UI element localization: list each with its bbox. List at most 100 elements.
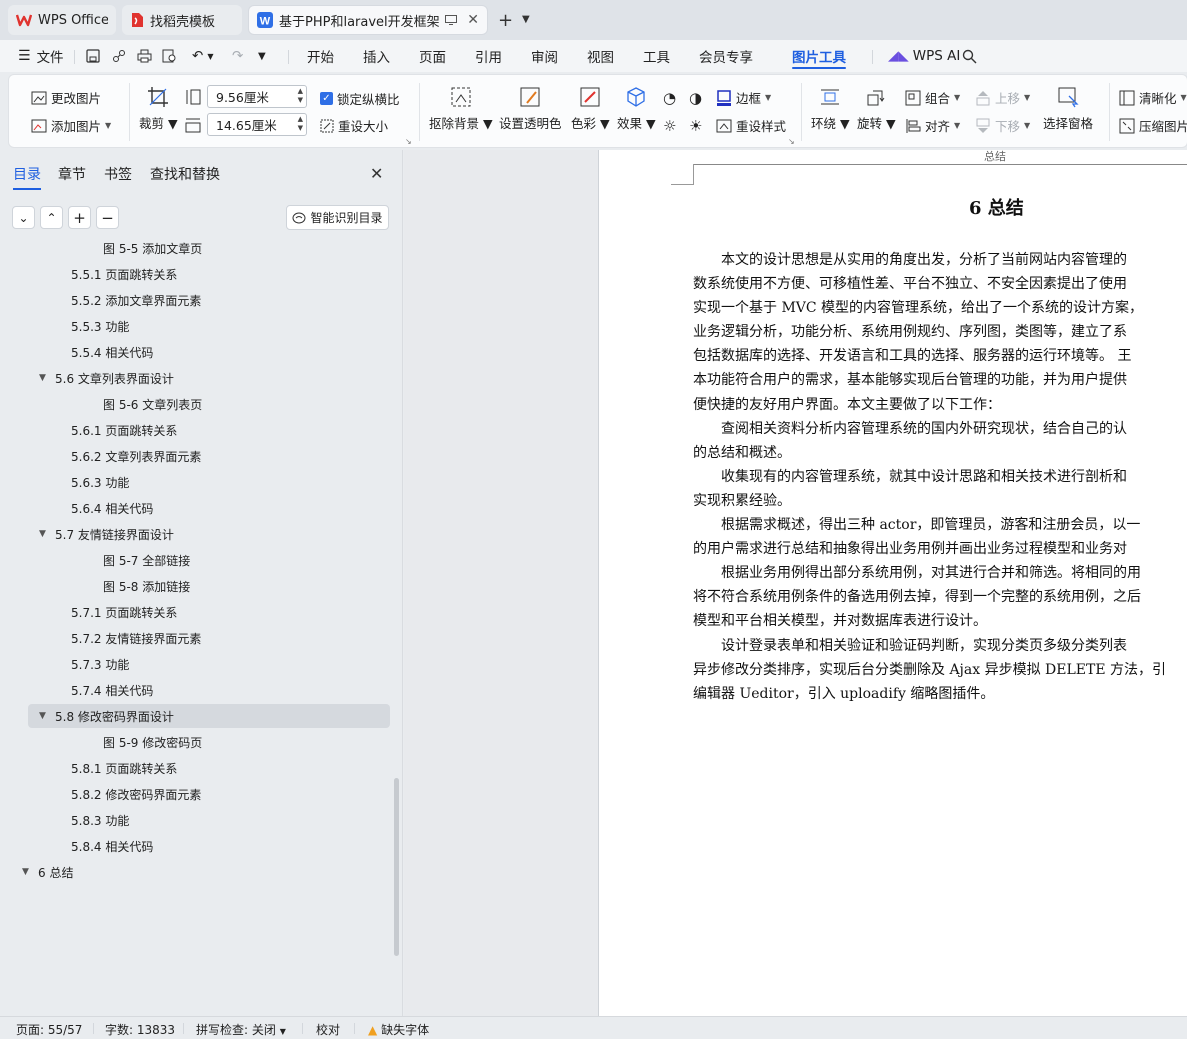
print-preview-icon[interactable] [162, 40, 177, 72]
brightness-up-icon[interactable]: ◔ [663, 89, 676, 107]
selection-pane-button[interactable]: 选择窗格 [1043, 86, 1093, 132]
chevron-down-icon[interactable]: ▼ [522, 14, 530, 25]
expand-caret-icon[interactable]: ▼ [39, 373, 46, 383]
page-count[interactable]: 页面: 55/57 [16, 1021, 82, 1038]
menu-insert[interactable]: 插入 [363, 40, 390, 72]
menu-member[interactable]: 会员专享 [699, 40, 753, 72]
sharpen-button[interactable]: 清晰化 ▼ [1119, 88, 1187, 107]
width-spinner[interactable]: ▲ ▼ [298, 87, 303, 105]
toc-scrollbar[interactable] [394, 778, 399, 956]
tab-docer-templates[interactable]: 找稻壳模板 [122, 5, 242, 35]
file-menu[interactable]: ☰ 文件 [18, 40, 64, 72]
move-down-button[interactable]: 下移 ▼ [975, 116, 1030, 135]
set-transparent-button[interactable]: 设置透明色 [499, 86, 562, 132]
toc-item[interactable]: 5.7.3 功能 [28, 652, 390, 676]
menu-reference[interactable]: 引用 [475, 40, 502, 72]
quick-access-dropdown-icon[interactable]: ▼ [258, 40, 266, 72]
crop-button[interactable]: 裁剪 ▼ [139, 86, 178, 132]
nav-tab-find-replace[interactable]: 查找和替换 [150, 164, 220, 184]
add-picture-button[interactable]: 添加图片 ▼ [31, 116, 111, 135]
new-tab-icon[interactable]: + [498, 10, 513, 31]
height-spinner[interactable]: ▲ ▼ [298, 115, 303, 133]
menu-review[interactable]: 审阅 [531, 40, 558, 72]
menu-picture-tools[interactable]: 图片工具 [792, 40, 846, 72]
dialog-launcher-icon[interactable]: ↘ [405, 137, 412, 146]
toc-item[interactable]: 5.8.4 相关代码 [28, 834, 390, 858]
toc-item[interactable]: 图 5-5 添加文章页 [28, 240, 390, 260]
share-icon[interactable] [112, 40, 126, 72]
compress-picture-button[interactable]: 压缩图片 [1119, 116, 1187, 135]
tab-wps-office[interactable]: WPS Office [8, 5, 116, 35]
wps-ai-button[interactable]: ◢◣ WPS AI [888, 40, 960, 72]
undo-icon[interactable]: ↶ ▼ [192, 40, 213, 72]
move-up-button[interactable]: 上移 ▼ [975, 88, 1030, 107]
toc-item[interactable]: ▼ 5.8 修改密码界面设计 [28, 704, 390, 728]
picture-height-input[interactable]: 14.65厘米 ▲ ▼ [207, 113, 307, 136]
toc-item[interactable]: 图 5-9 修改密码页 [28, 730, 390, 754]
lock-ratio-checkbox[interactable]: ✓ 锁定纵横比 [320, 89, 400, 108]
tab-document[interactable]: W 基于PHP和laravel开发框架的C ✕ [248, 5, 488, 35]
toc-item[interactable]: 5.6.1 页面跳转关系 [28, 418, 390, 442]
toc-item[interactable]: 5.5.4 相关代码 [28, 340, 390, 364]
reset-style-button[interactable]: 重设样式 [716, 116, 786, 135]
toc-item[interactable]: 5.5.1 页面跳转关系 [28, 262, 390, 286]
rotate-button[interactable]: 旋转 ▼ [857, 86, 896, 132]
add-heading-button[interactable]: + [68, 206, 91, 229]
toc-item[interactable]: 5.5.3 功能 [28, 314, 390, 338]
border-button[interactable]: 边框 ▼ [716, 88, 771, 107]
toc-item[interactable]: ▼ 5.7 友情链接界面设计 [28, 522, 390, 546]
nav-tab-chapters[interactable]: 章节 [58, 164, 86, 184]
contrast-down-icon[interactable]: ☀ [689, 117, 702, 135]
toc-item[interactable]: 5.8.3 功能 [28, 808, 390, 832]
effect-button[interactable]: 效果 ▼ [617, 86, 656, 132]
dialog-launcher-icon[interactable]: ↘ [788, 137, 795, 146]
toc-item[interactable]: 5.7.4 相关代码 [28, 678, 390, 702]
toc-item[interactable]: 5.7.2 友情链接界面元素 [28, 626, 390, 650]
toc-item[interactable]: ▼ 6 总结 [22, 860, 390, 884]
reset-size-button[interactable]: 重设大小 [320, 116, 388, 135]
search-icon[interactable] [962, 40, 977, 72]
remove-background-button[interactable]: 抠除背景 ▼ [429, 86, 493, 132]
remove-heading-button[interactable]: − [96, 206, 119, 229]
toc-item[interactable]: 5.6.2 文章列表界面元素 [28, 444, 390, 468]
picture-width-input[interactable]: 9.56厘米 ▲ ▼ [207, 85, 307, 108]
toc-item[interactable]: 5.8.1 页面跳转关系 [28, 756, 390, 780]
nav-tab-bookmarks[interactable]: 书签 [104, 164, 132, 184]
expand-caret-icon[interactable]: ▼ [39, 529, 46, 539]
toc-item[interactable]: 5.6.3 功能 [28, 470, 390, 494]
toc-item[interactable]: 5.6.4 相关代码 [28, 496, 390, 520]
align-button[interactable]: 对齐 ▼ [905, 116, 960, 135]
contrast-up-icon[interactable]: ◑ [689, 89, 702, 107]
menu-view[interactable]: 视图 [587, 40, 614, 72]
close-icon[interactable]: ✕ [370, 164, 383, 183]
color-button[interactable]: 色彩 ▼ [571, 86, 610, 132]
smart-toc-button[interactable]: 智能识别目录 [286, 205, 389, 230]
toc-item[interactable]: 5.7.1 页面跳转关系 [28, 600, 390, 624]
collapse-up-button[interactable]: ⌃ [40, 206, 63, 229]
print-icon[interactable] [137, 40, 152, 72]
toc-item[interactable]: 图 5-7 全部链接 [28, 548, 390, 572]
close-tab-icon[interactable]: ✕ [467, 12, 479, 28]
collapse-down-button[interactable]: ⌄ [12, 206, 35, 229]
toc-item[interactable]: 图 5-6 文章列表页 [28, 392, 390, 416]
redo-icon[interactable]: ↷ [232, 40, 243, 72]
toc-item[interactable]: 5.8.2 修改密码界面元素 [28, 782, 390, 806]
nav-tab-toc[interactable]: 目录 [13, 164, 41, 190]
proofread-button[interactable]: 校对 [316, 1021, 340, 1038]
expand-caret-icon[interactable]: ▼ [22, 867, 29, 877]
toc-item[interactable]: 图 5-8 添加链接 [28, 574, 390, 598]
toc-item[interactable]: ▼ 5.6 文章列表界面设计 [28, 366, 390, 390]
document-page[interactable]: 总结 6 总结 本文的设计思想是从实用的角度出发，分析了当前网站内容管理的 数系统… [598, 150, 1187, 1016]
menu-tools[interactable]: 工具 [643, 40, 670, 72]
brightness-down-icon[interactable]: ☼ [663, 117, 676, 135]
monitor-icon[interactable] [445, 15, 457, 25]
spell-check-toggle[interactable]: 拼写检查: 关闭 ▼ [196, 1021, 286, 1038]
menu-start[interactable]: 开始 [307, 40, 334, 72]
missing-font-button[interactable]: ▲ 缺失字体 [368, 1021, 429, 1038]
change-picture-button[interactable]: 更改图片 [31, 88, 101, 107]
toc-item[interactable]: 5.5.2 添加文章界面元素 [28, 288, 390, 312]
word-count[interactable]: 字数: 13833 [105, 1021, 175, 1038]
wrap-text-button[interactable]: 环绕 ▼ [811, 86, 850, 132]
menu-page[interactable]: 页面 [419, 40, 446, 72]
group-button[interactable]: 组合 ▼ [905, 88, 960, 107]
